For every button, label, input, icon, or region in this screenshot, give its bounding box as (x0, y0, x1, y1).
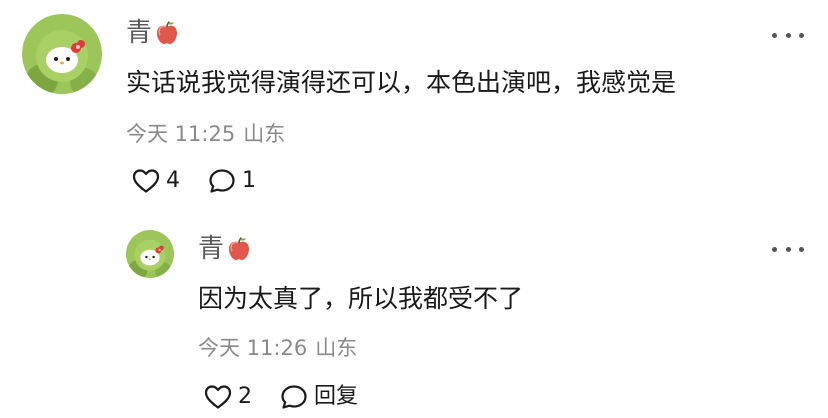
comment-time: 今天 11:26 (198, 336, 308, 360)
comment-text: 实话说我觉得演得还可以，本色出演吧，我感觉是 (126, 68, 677, 97)
reply-label: 回复 (314, 384, 359, 409)
avatar[interactable] (22, 14, 102, 94)
comment-time: 今天 11:25 (126, 122, 236, 146)
username[interactable]: 青 (198, 236, 252, 262)
apple-icon (154, 20, 180, 46)
speech-bubble-icon (209, 169, 235, 193)
username[interactable]: 青 (126, 20, 180, 46)
reply-item: 青 因为太真了，所以我都受不了 今天 11:26 山东 2 回复 (0, 210, 828, 418)
comment-item: 青 实话说我觉得演得还可以，本色出演吧，我感觉是 今天 11:25 山东 4 1 (0, 0, 828, 210)
username-text: 青 (198, 234, 225, 264)
comment-actions: 4 1 (132, 168, 256, 194)
comment-actions: 2 回复 (204, 384, 358, 410)
avatar-image (126, 230, 174, 278)
comment-meta: 今天 11:25 山东 (126, 124, 285, 145)
more-dots-icon[interactable] (772, 244, 804, 254)
avatar[interactable] (126, 230, 174, 278)
heart-outline-icon (204, 385, 232, 409)
reply-button[interactable]: 回复 (280, 384, 358, 410)
apple-icon (226, 236, 252, 262)
heart-outline-icon (132, 169, 160, 193)
like-button[interactable]: 4 (132, 168, 180, 194)
speech-bubble-icon (281, 385, 307, 409)
comment-location: 山东 (315, 336, 358, 360)
reply-count: 1 (242, 168, 256, 193)
like-button[interactable]: 2 (204, 384, 252, 410)
comment-text: 因为太真了，所以我都受不了 (198, 284, 524, 313)
username-text: 青 (126, 18, 153, 48)
more-dots-icon[interactable] (772, 30, 804, 40)
comment-meta: 今天 11:26 山东 (198, 338, 357, 359)
like-count: 2 (238, 384, 252, 409)
avatar-image (22, 14, 102, 94)
comment-location: 山东 (243, 122, 286, 146)
reply-button[interactable]: 1 (208, 168, 256, 194)
like-count: 4 (166, 168, 180, 193)
